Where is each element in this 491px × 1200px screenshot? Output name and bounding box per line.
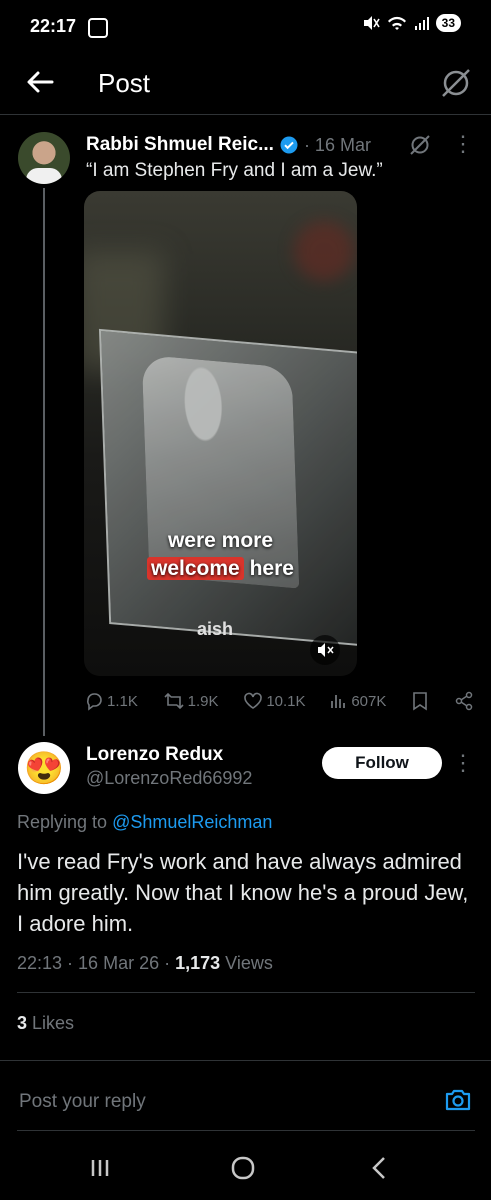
reply-button[interactable]: 1.1K (84, 691, 138, 711)
repost-count: 1.9K (187, 692, 219, 710)
reply-body: I've read Fry's work and have always adm… (17, 849, 469, 936)
more-icon[interactable]: ⋮ (452, 752, 474, 776)
avatar[interactable]: 😍 (18, 742, 70, 794)
camera-icon[interactable] (444, 1086, 472, 1114)
back-arrow-icon[interactable] (24, 66, 56, 98)
mute-status-icon (363, 16, 380, 30)
video-caption-line2: welcome here (84, 557, 357, 581)
likes-count: 3 (17, 1013, 28, 1033)
reply-icon (87, 693, 102, 711)
post-video[interactable]: were more welcome here aish (84, 191, 357, 676)
views-count: 607K (351, 692, 387, 710)
video-watermark: aish (197, 619, 234, 639)
likes-summary[interactable]: 3 Likes (17, 1013, 74, 1034)
mute-button[interactable] (310, 635, 340, 665)
reply-date: 16 Mar 26 (78, 953, 160, 973)
system-nav-bar (0, 1130, 491, 1200)
mention-link[interactable]: @ShmuelReichman (112, 812, 272, 832)
like-icon (244, 692, 263, 709)
signal-icon (414, 17, 429, 30)
follow-button[interactable]: Follow (322, 747, 442, 779)
reply-views-label: Views (225, 953, 273, 973)
recents-icon[interactable] (80, 1152, 120, 1184)
caption-highlight: welcome (147, 557, 244, 580)
top-bar: Post (0, 52, 491, 115)
reply-time: 22:13 (17, 953, 63, 973)
views-button[interactable]: 607K (330, 692, 386, 710)
replying-prefix: Replying to (17, 812, 113, 832)
home-icon[interactable] (223, 1152, 263, 1184)
views-icon (331, 695, 346, 708)
repost-button[interactable]: 1.9K (163, 691, 219, 711)
grok-icon[interactable] (439, 66, 473, 100)
post-date: · 16 Mar (303, 134, 371, 155)
grok-icon[interactable] (408, 133, 432, 157)
likes-label: Likes (32, 1013, 75, 1033)
post-text: “I am Stephen Fry and I am a Jew.” (86, 160, 383, 181)
status-time: 22:17 (30, 16, 77, 36)
reply-meta: 22:13 · 16 Mar 26 · 1,173 Views (17, 953, 273, 973)
post-author-name[interactable]: Rabbi Shmuel Reic... (86, 134, 274, 156)
reply-count: 1.1K (107, 692, 138, 710)
divider (0, 1060, 491, 1061)
reply-author-handle[interactable]: @LorenzoRed66992 (86, 768, 252, 789)
like-button[interactable]: 10.1K (243, 691, 306, 711)
avatar[interactable] (18, 132, 70, 184)
replying-to: Replying to @ShmuelReichman (17, 812, 272, 833)
like-count: 10.1K (266, 692, 306, 710)
back-nav-icon[interactable] (360, 1152, 400, 1184)
mute-icon (318, 643, 334, 657)
video-caption-line1: were more (167, 529, 274, 552)
share-icon[interactable] (454, 691, 474, 711)
status-icons: 33 (362, 14, 461, 32)
bookmark-icon[interactable] (411, 691, 429, 711)
screenshot-icon (88, 18, 108, 38)
page-title: Post (98, 68, 151, 98)
thread-line (43, 188, 45, 736)
reply-views-count: 1,173 (175, 953, 221, 973)
caption-rest: here (243, 557, 294, 580)
repost-icon (164, 692, 184, 710)
verified-badge-icon (280, 136, 298, 154)
status-bar: 22:17 33 (0, 0, 491, 52)
post-header: Rabbi Shmuel Reic... · 16 Mar (86, 132, 426, 158)
divider (17, 992, 475, 993)
photo-frame-image (98, 328, 357, 648)
wifi-icon (387, 16, 406, 30)
reply-author-name[interactable]: Lorenzo Redux (86, 744, 223, 766)
battery-indicator: 33 (435, 14, 461, 32)
post-actions: 1.1K 1.9K 10.1K 607K (84, 688, 474, 714)
reply-input[interactable] (17, 1090, 401, 1114)
more-icon[interactable]: ⋮ (452, 133, 474, 157)
